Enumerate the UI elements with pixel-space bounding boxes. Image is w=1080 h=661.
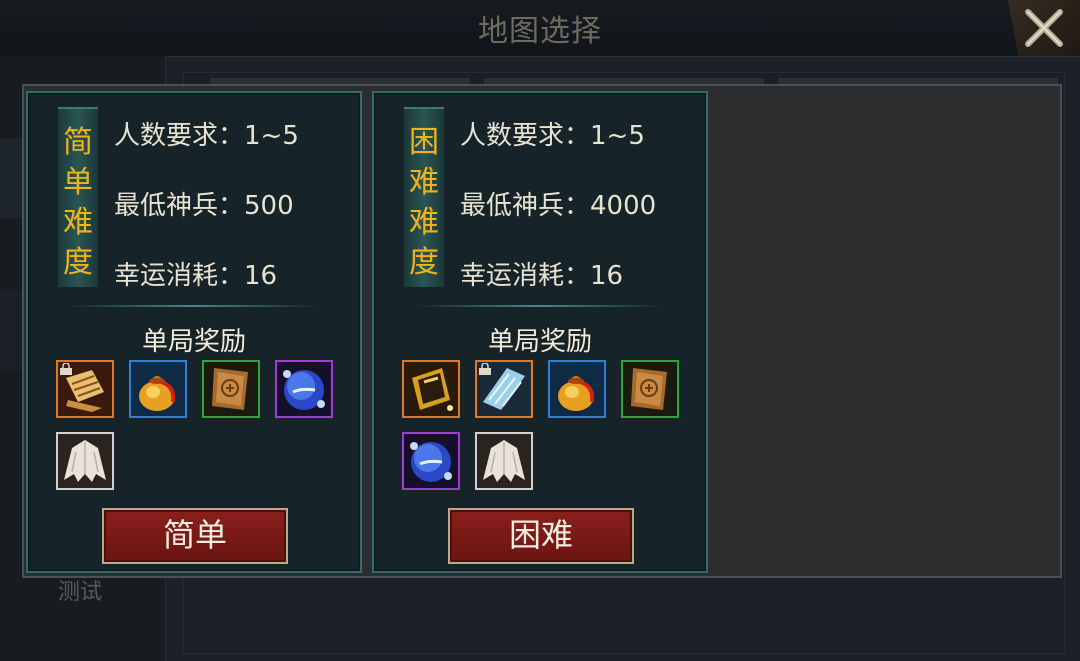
close-icon [1025,9,1063,47]
difficulty-label: 困 难 难 度 [409,125,439,280]
background-sidebar-label: 测试 [58,580,103,605]
reward-title: 单局奖励 [487,327,592,357]
window-title: 地图选择 [478,14,602,49]
luck-cost: 幸运消耗：16 [114,261,278,291]
reward-item[interactable] [202,360,260,418]
difficulty-banner: 简 单 难 度 [58,107,98,287]
player-count-requirement: 人数要求：1~5 [460,121,645,151]
reward-item[interactable] [548,360,606,418]
reward-item[interactable] [129,360,187,418]
reward-item[interactable] [475,432,533,490]
divider [414,305,664,307]
reward-item[interactable] [56,360,114,418]
gold-pouch-icon [131,362,185,416]
blue-orb-icon [277,362,331,416]
golden-frame-icon [404,362,458,416]
ancient-scroll-icon [623,362,677,416]
difficulty-label: 简 单 难 度 [63,125,93,280]
difficulty-banner: 困 难 难 度 [404,107,444,287]
white-fur-icon [477,434,531,488]
easy-button[interactable]: 简单 [102,508,288,564]
lock-icon [60,363,72,375]
hard-button[interactable]: 困难 [448,508,634,564]
white-fur-icon [58,434,112,488]
ancient-scroll-icon [204,362,258,416]
blue-orb-icon [404,434,458,488]
reward-item[interactable] [475,360,533,418]
player-count-requirement: 人数要求：1~5 [114,121,299,151]
min-weapon-requirement: 最低神兵：4000 [460,191,657,221]
difficulty-card-easy[interactable]: 简 单 难 度 人数要求：1~5 最低神兵：500 幸运消耗：16 单局奖励 简… [26,91,362,573]
reward-item[interactable] [402,360,460,418]
reward-item[interactable] [275,360,333,418]
reward-item[interactable] [402,432,460,490]
lock-icon [479,363,491,375]
reward-item[interactable] [621,360,679,418]
min-weapon-requirement: 最低神兵：500 [114,191,294,221]
difficulty-card-hard[interactable]: 困 难 难 度 人数要求：1~5 最低神兵：4000 幸运消耗：16 单局奖励 [372,91,708,573]
gold-pouch-icon [550,362,604,416]
reward-title: 单局奖励 [141,327,246,357]
divider [68,305,318,307]
luck-cost: 幸运消耗：16 [460,261,624,291]
reward-item[interactable] [56,432,114,490]
